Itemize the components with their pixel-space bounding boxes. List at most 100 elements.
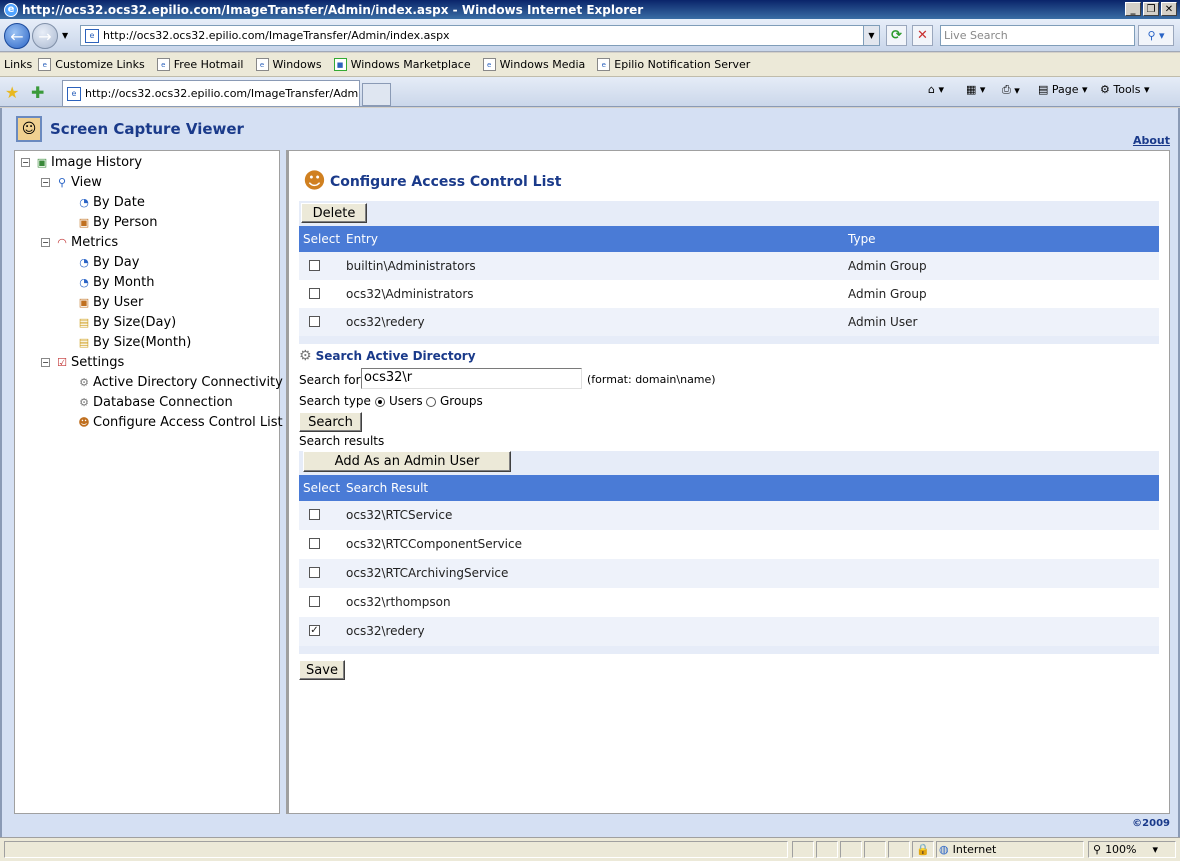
app-title: Screen Capture Viewer: [50, 120, 244, 138]
content-panel: ☻ Configure Access Control List Delete S…: [286, 150, 1170, 814]
tree-node-by-size-day[interactable]: ▤ By Size(Day): [77, 315, 176, 330]
delete-toolbar: [299, 201, 1159, 227]
status-segment: [888, 841, 910, 858]
acl-row-checkbox[interactable]: [309, 260, 320, 271]
page-viewport: ☺ Screen Capture Viewer About − ▣ Image Hi…: [0, 108, 1180, 837]
status-segment: [840, 841, 862, 858]
search-button[interactable]: ⚲ ▾: [1138, 25, 1174, 46]
collapse-icon[interactable]: −: [41, 358, 50, 367]
format-hint: (format: domain\name): [587, 373, 716, 386]
radio-empty-icon: [426, 396, 436, 407]
ad-search-heading: ⚙ Search Active Directory: [299, 348, 476, 364]
tree-node-view[interactable]: − ⚲ View: [41, 175, 102, 190]
restore-button[interactable]: ❐: [1143, 2, 1159, 16]
magnifier-icon: ⚲: [57, 176, 67, 189]
result-row: ocs32\RTCArchivingService: [299, 559, 1159, 588]
acl-row: ocs32\Administrators Admin Group: [299, 280, 1159, 308]
status-segment: [816, 841, 838, 858]
link-customize-links[interactable]: e Customize Links: [38, 58, 145, 71]
delete-button[interactable]: Delete: [301, 203, 367, 223]
add-favorites-icon[interactable]: ✚: [31, 83, 44, 102]
page-menu[interactable]: ▤ Page ▾: [1038, 83, 1088, 96]
address-input[interactable]: e http://ocs32.ocs32.epilio.com/ImageTra…: [80, 25, 880, 46]
tree-node-by-month[interactable]: ◔ By Month: [77, 275, 154, 290]
feeds-button[interactable]: ▦ ▾: [966, 83, 985, 96]
home-button[interactable]: ⌂ ▾: [928, 83, 944, 96]
search-for-input[interactable]: ocs32\r: [361, 368, 582, 389]
window-titlebar: e http://ocs32.ocs32.epilio.com/ImageTra…: [0, 0, 1180, 19]
link-free-hotmail[interactable]: e Free Hotmail: [156, 58, 244, 71]
history-dropdown-icon[interactable]: ▼: [62, 31, 68, 40]
save-button[interactable]: Save: [299, 660, 345, 680]
stop-button[interactable]: ✕: [912, 25, 933, 46]
tree-node-database-connection[interactable]: ⚙ Database Connection: [77, 395, 233, 410]
gears-icon: ⚙: [79, 376, 89, 389]
tree-node-by-date[interactable]: ◔ By Date: [77, 195, 145, 210]
links-bar: Links e Customize Links e Free Hotmail e Wi…: [0, 53, 1180, 77]
tree-node-by-day[interactable]: ◔ By Day: [77, 255, 139, 270]
tree-node-by-user[interactable]: ▣ By User: [77, 295, 144, 310]
minimize-button[interactable]: _: [1125, 2, 1141, 16]
result-row-checkbox[interactable]: [309, 509, 320, 520]
books-icon: ▤: [78, 316, 90, 329]
result-row-checkbox[interactable]: [309, 538, 320, 549]
search-button[interactable]: Search: [299, 412, 362, 432]
tree-node-metrics[interactable]: − ◠ Metrics: [41, 235, 118, 250]
collapse-icon[interactable]: −: [41, 238, 50, 247]
collapse-icon[interactable]: −: [21, 158, 30, 167]
tools-menu[interactable]: ⚙ Tools ▾: [1100, 83, 1150, 96]
live-search-input[interactable]: Live Search: [940, 25, 1135, 46]
tree-node-ad-connectivity[interactable]: ⚙ Active Directory Connectivity: [77, 375, 283, 390]
acl-row: builtin\Administrators Admin Group: [299, 252, 1159, 280]
tree-node-acl[interactable]: ☻ Configure Access Control List: [77, 415, 282, 430]
zoom-icon: ⚲: [1093, 843, 1102, 856]
protected-mode-icon[interactable]: 🔒: [912, 841, 934, 858]
person-icon: ▣: [78, 216, 90, 229]
address-dropdown-icon[interactable]: ▼: [863, 26, 879, 45]
page-icon: e: [67, 86, 81, 101]
link-page-icon: e: [156, 58, 170, 71]
new-tab-button[interactable]: [362, 83, 391, 106]
app-user-icon: ☺: [16, 116, 42, 142]
tree-node-by-size-month[interactable]: ▤ By Size(Month): [77, 335, 192, 350]
browser-tab[interactable]: e http://ocs32.ocs32.epilio.com/ImageTra…: [62, 80, 360, 106]
status-text-area: [4, 841, 788, 858]
tree-node-settings[interactable]: − ☑ Settings: [41, 355, 124, 370]
result-row-checkbox[interactable]: [309, 567, 320, 578]
forward-button[interactable]: →: [32, 23, 58, 49]
result-row: ocs32\RTCComponentService: [299, 530, 1159, 559]
security-zone[interactable]: ◍ Internet: [936, 841, 1084, 858]
acl-row-checkbox[interactable]: [309, 288, 320, 299]
result-row-checkbox[interactable]: [309, 596, 320, 607]
link-page-icon: e: [482, 58, 496, 71]
acl-row-checkbox[interactable]: [309, 316, 320, 327]
users-radio[interactable]: Users: [375, 394, 423, 408]
about-link[interactable]: About: [1133, 134, 1170, 147]
gears-icon: ⚙: [299, 348, 312, 364]
groups-radio[interactable]: Groups: [426, 394, 483, 408]
zoom-control[interactable]: ⚲ 100% ▾: [1088, 841, 1176, 858]
user-lock-icon: ☻: [78, 416, 90, 429]
print-button[interactable]: ⎙ ▾: [1002, 83, 1020, 97]
favorites-star-icon[interactable]: ★: [5, 83, 19, 102]
link-page-icon: e: [38, 58, 52, 71]
link-page-icon: e: [255, 58, 269, 71]
link-epilio-notification-server[interactable]: e Epilio Notification Server: [597, 58, 750, 71]
status-segment: [864, 841, 886, 858]
back-button[interactable]: ←: [4, 23, 30, 49]
status-bar: 🔒 ◍ Internet ⚲ 100% ▾: [0, 837, 1180, 861]
link-windows-media[interactable]: e Windows Media: [482, 58, 585, 71]
close-button[interactable]: ✕: [1161, 2, 1177, 16]
link-windows[interactable]: e Windows: [255, 58, 322, 71]
refresh-button[interactable]: ⟳: [886, 25, 907, 46]
link-windows-marketplace[interactable]: ■ Windows Marketplace: [333, 58, 471, 71]
home-icon: ⌂: [928, 83, 935, 96]
acl-heading: ☻ Configure Access Control List: [303, 169, 562, 194]
tree-node-image-history[interactable]: − ▣ Image History: [21, 155, 142, 170]
result-row-checkbox-checked[interactable]: ✓: [309, 625, 320, 636]
collapse-icon[interactable]: −: [41, 178, 50, 187]
add-as-admin-user-button[interactable]: Add As an Admin User: [303, 451, 511, 472]
radio-selected-icon: [375, 396, 385, 407]
page-icon: e: [85, 28, 99, 43]
tree-node-by-person[interactable]: ▣ By Person: [77, 215, 158, 230]
